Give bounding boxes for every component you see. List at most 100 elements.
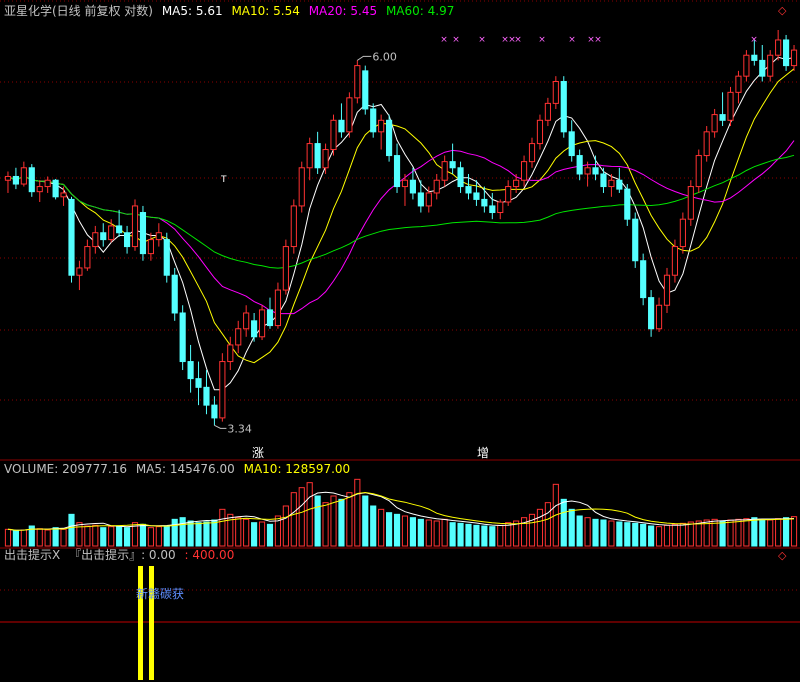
candle-body	[68, 198, 75, 276]
volume-bar	[227, 513, 234, 547]
signal-marker: ×	[538, 35, 546, 45]
candle-body	[179, 312, 186, 363]
volume-ma10-readout: MA10: 128597.00	[243, 462, 351, 476]
volume-bar	[505, 522, 512, 547]
candle-body	[100, 232, 107, 241]
candle-body	[663, 274, 671, 306]
volume-bar	[123, 527, 131, 547]
volume-bar	[759, 518, 766, 547]
volume-bar	[76, 522, 83, 547]
candle-body	[330, 119, 337, 151]
volume-bar	[116, 525, 123, 547]
volume-bar	[743, 518, 750, 547]
candle-body	[274, 289, 282, 327]
volume-bar	[783, 517, 790, 547]
ma10-readout: MA10: 5.54	[231, 4, 300, 18]
candle-body	[790, 49, 798, 67]
signal-marker: ×	[594, 35, 602, 45]
candle-body	[616, 179, 623, 190]
volume-bar	[20, 529, 27, 547]
volume-bar	[44, 529, 51, 547]
volume-bar	[203, 521, 210, 547]
candle-body	[632, 218, 639, 262]
candle-body	[378, 119, 385, 133]
expand-diamond-icon[interactable]: ◇	[778, 5, 786, 17]
candle-body	[552, 81, 559, 104]
volume-bar	[735, 518, 742, 547]
candle-body	[322, 149, 329, 169]
volume-bar	[163, 525, 170, 547]
volume-bar	[417, 518, 424, 547]
candle-body	[409, 179, 416, 194]
candle-body	[108, 225, 115, 241]
volume-bar	[195, 522, 202, 547]
candle-body	[362, 70, 369, 110]
indicator-header: 出击提示X 『出击提示』: 0.00 : 400.00	[4, 548, 239, 562]
candle-body	[520, 161, 528, 181]
volume-bar	[401, 515, 409, 547]
signal-label: 新赣碳获	[136, 586, 184, 601]
volume-bar	[592, 518, 599, 547]
signal-bar	[149, 566, 154, 680]
volume-bar	[171, 518, 178, 547]
candle-body	[44, 179, 51, 188]
volume-bar	[108, 526, 115, 547]
volume-bar	[576, 515, 583, 547]
candle-body	[489, 205, 496, 214]
candle-body	[155, 232, 162, 241]
expand-diamond-icon-lower[interactable]: ◇	[778, 550, 786, 562]
candle-body	[671, 246, 679, 276]
volume-bar	[370, 505, 377, 547]
volume-bar	[187, 520, 194, 547]
volume-bar	[378, 508, 385, 547]
volume-bar	[179, 517, 186, 547]
t-annotation: T	[220, 175, 227, 185]
rise-annotation: 涨	[252, 445, 264, 460]
candle-body	[624, 188, 631, 220]
candle-body	[171, 274, 178, 314]
volume-bar	[266, 523, 274, 547]
candle-body	[528, 143, 536, 163]
candle-body	[227, 344, 234, 363]
increase-annotation: 增	[477, 446, 489, 460]
volume-bar	[425, 519, 432, 547]
candle-body	[92, 232, 99, 248]
volume-bar	[155, 526, 162, 547]
candle-body	[584, 167, 591, 175]
candle-body	[76, 267, 83, 276]
signal-marker: ×	[452, 35, 460, 45]
indicator-name[interactable]: 出击提示	[4, 548, 52, 562]
candle-body	[60, 192, 67, 198]
indicator-close-icon[interactable]: X	[52, 548, 60, 562]
candle-body	[536, 119, 544, 145]
volume-bar	[648, 525, 655, 547]
candle-body	[576, 155, 583, 175]
volume-bar	[616, 521, 623, 547]
candle-body	[457, 167, 464, 188]
volume-bar	[354, 478, 361, 547]
volume-bar	[386, 512, 393, 547]
candle-body	[52, 179, 59, 198]
volume-bar	[362, 495, 369, 547]
volume-bar	[790, 516, 798, 547]
candle-body	[243, 312, 250, 330]
volume-bar	[655, 526, 663, 547]
candle-body	[679, 218, 686, 248]
volume-bar	[36, 528, 43, 547]
candle-body	[195, 378, 202, 388]
candle-body	[28, 167, 35, 193]
candle-body	[449, 161, 456, 169]
candle-body	[338, 119, 345, 133]
candle-body	[473, 192, 480, 200]
candle-body	[608, 179, 615, 188]
candle-body	[751, 54, 758, 61]
volume-bar	[544, 502, 551, 547]
candle-body	[687, 186, 694, 220]
volume-bar	[687, 521, 694, 547]
volume-bar	[536, 508, 544, 547]
volume-bar	[465, 523, 472, 547]
candle-body	[187, 361, 194, 380]
chart-canvas[interactable]: 新赣碳获 × × × × ×× × × × × × 6.003.34涨 增T	[0, 0, 800, 682]
candle-body	[640, 260, 647, 299]
volume-bar	[497, 524, 504, 547]
